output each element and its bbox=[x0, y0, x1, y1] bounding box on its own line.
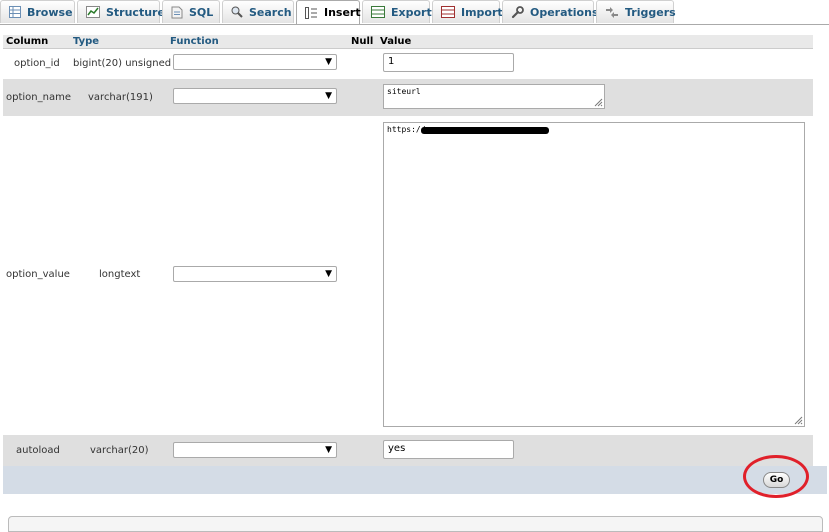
header-type[interactable]: Type bbox=[73, 36, 99, 47]
tab-insert[interactable]: Insert bbox=[296, 0, 361, 24]
table-row: option_value longtext ▼ https:// bbox=[3, 117, 813, 435]
column-name: option_value bbox=[6, 269, 70, 280]
column-name: option_id bbox=[14, 58, 60, 69]
chevron-down-icon: ▼ bbox=[325, 57, 332, 67]
tab-search-label: Search bbox=[249, 5, 292, 19]
function-select[interactable]: ▼ bbox=[173, 442, 337, 458]
tab-browse-label: Browse bbox=[27, 5, 73, 19]
tab-browse[interactable]: Browse bbox=[0, 0, 75, 23]
header-column: Column bbox=[6, 36, 49, 47]
function-select[interactable]: ▼ bbox=[173, 266, 337, 282]
tab-structure-label: Structure bbox=[106, 5, 165, 19]
resize-grip-icon[interactable] bbox=[794, 416, 803, 425]
tab-export-label: Export bbox=[391, 5, 432, 19]
value-input[interactable]: 1 bbox=[383, 53, 514, 72]
header-value: Value bbox=[380, 36, 412, 47]
redaction-bar bbox=[421, 127, 549, 134]
tab-search[interactable]: Search bbox=[222, 0, 294, 23]
bottom-panel bbox=[8, 516, 823, 532]
column-name: option_name bbox=[6, 92, 71, 103]
function-select[interactable]: ▼ bbox=[173, 54, 337, 70]
table-header: Column Type Function Null Value bbox=[3, 35, 813, 49]
table-row: option_id bigint(20) unsigned ▼ 1 bbox=[3, 49, 813, 78]
tab-export[interactable]: Export bbox=[362, 0, 432, 23]
tab-import-label: Import bbox=[461, 5, 503, 19]
header-function[interactable]: Function bbox=[170, 36, 219, 47]
structure-icon bbox=[86, 6, 100, 18]
header-null: Null bbox=[351, 36, 374, 47]
form-footer bbox=[3, 466, 827, 494]
tab-structure[interactable]: Structure bbox=[77, 0, 165, 23]
sql-icon bbox=[171, 6, 183, 18]
highlight-circle bbox=[743, 455, 809, 498]
value-textarea[interactable]: siteurl bbox=[383, 84, 605, 109]
table-row: option_name varchar(191) ▼ siteurl bbox=[3, 79, 813, 116]
tab-operations-label: Operations bbox=[530, 5, 599, 19]
chevron-down-icon: ▼ bbox=[325, 91, 332, 101]
export-icon bbox=[371, 6, 385, 18]
resize-grip-icon[interactable] bbox=[594, 98, 603, 107]
tab-insert-label: Insert bbox=[324, 6, 361, 19]
value-textarea[interactable]: https:// bbox=[383, 122, 805, 427]
tab-operations[interactable]: Operations bbox=[502, 0, 599, 23]
tab-bar: Browse Structure SQL Search Insert Expor… bbox=[0, 0, 829, 25]
insert-icon bbox=[305, 6, 317, 19]
tab-triggers-label: Triggers bbox=[625, 5, 676, 19]
tab-import[interactable]: Import bbox=[432, 0, 503, 23]
chevron-down-icon: ▼ bbox=[325, 269, 332, 279]
value-text: siteurl bbox=[387, 87, 421, 96]
tab-sql-label: SQL bbox=[189, 5, 214, 19]
column-type: varchar(20) bbox=[90, 445, 149, 456]
search-icon bbox=[231, 6, 243, 18]
import-icon bbox=[441, 6, 455, 18]
tab-triggers[interactable]: Triggers bbox=[596, 0, 676, 23]
value-input[interactable]: yes bbox=[383, 440, 514, 459]
column-type: varchar(191) bbox=[88, 92, 153, 103]
function-select[interactable]: ▼ bbox=[173, 88, 337, 104]
column-name: autoload bbox=[16, 445, 60, 456]
chevron-down-icon: ▼ bbox=[325, 445, 332, 455]
triggers-icon bbox=[606, 7, 618, 18]
tab-sql[interactable]: SQL bbox=[162, 0, 220, 23]
table-row: autoload varchar(20) ▼ yes bbox=[3, 435, 813, 466]
browse-icon bbox=[9, 6, 21, 18]
column-type: bigint(20) unsigned bbox=[73, 58, 172, 69]
wrench-icon bbox=[511, 5, 524, 18]
column-type: longtext bbox=[99, 269, 141, 280]
value-text: https:// bbox=[387, 125, 426, 134]
